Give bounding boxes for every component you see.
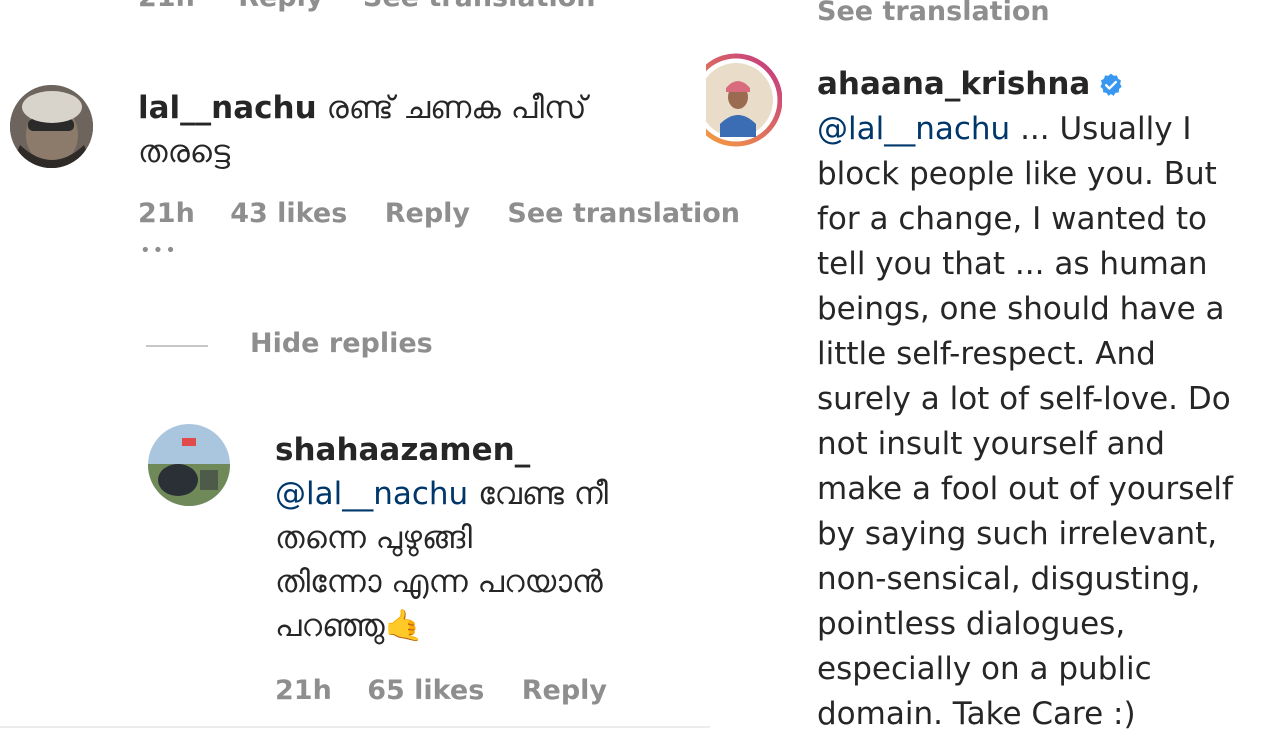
reply-link[interactable]: Reply: [522, 675, 607, 706]
reply-meta-row: 21h 65 likes Reply: [275, 675, 607, 706]
comment-time: 21h: [138, 198, 195, 229]
reply-text: non-sensical, disgusting,: [817, 561, 1201, 597]
reply-text: beings, one should have a: [817, 291, 1225, 327]
reply-text: തന്നെ പുഴുങ്ങി: [275, 520, 473, 556]
avatar[interactable]: [10, 85, 93, 168]
avatar-photo: [148, 424, 230, 506]
see-translation-link[interactable]: See translation: [817, 0, 1050, 27]
reply-text: not insult yourself and: [817, 426, 1165, 462]
comment-meta-row: 21h 43 likes Reply See translation: [138, 198, 740, 229]
more-options-icon[interactable]: •••: [140, 240, 178, 261]
comment-text: തരട്ടെ: [138, 134, 231, 170]
reply-text: for a change, I wanted to: [817, 201, 1207, 237]
callme-emoji: 🤙: [384, 608, 424, 644]
mention-link[interactable]: @lal__nachu: [817, 111, 1010, 147]
avatar-photo: [10, 85, 93, 168]
avatar[interactable]: [148, 424, 230, 506]
likes-count[interactable]: 43 likes: [230, 198, 347, 229]
reply-time: 21h: [275, 675, 332, 706]
reply-text: തിന്നോ എന്ന പറയാൻ: [275, 564, 603, 600]
divider-line: [146, 345, 208, 347]
reply-text: by saying such irrelevant,: [817, 516, 1218, 552]
hide-replies-button[interactable]: Hide replies: [250, 328, 433, 359]
see-translation-link[interactable]: See translation: [363, 0, 596, 13]
top-meta-row: 21h Reply See translation: [138, 0, 596, 13]
reply-text: പറഞ്ഞു: [275, 608, 385, 644]
avatar[interactable]: [706, 52, 782, 148]
reply-text: tell you that ... as human: [817, 246, 1208, 282]
comment-text: രണ്ട് ചണക പീസ്: [326, 90, 587, 126]
reply-text: especially on a public: [817, 651, 1152, 687]
mention-link[interactable]: @lal__nachu: [275, 476, 468, 512]
comment-time: 21h: [138, 0, 195, 13]
reply-username[interactable]: ahaana_krishna: [817, 62, 1090, 107]
likes-count[interactable]: 65 likes: [367, 675, 484, 706]
story-ring-avatar: [706, 53, 782, 147]
reply-username[interactable]: shahaazamen_: [275, 428, 715, 472]
reply-text: little self-respect. And: [817, 336, 1156, 372]
reply-text: block people like you. But: [817, 156, 1217, 192]
reply-link[interactable]: Reply: [385, 198, 470, 229]
reply-text: make a fool out of yourself: [817, 471, 1233, 507]
reply-text: pointless dialogues,: [817, 606, 1126, 642]
reply-body: ahaana_krishna @lal__nachu ... Usually I…: [817, 62, 1277, 737]
see-translation-link[interactable]: See translation: [507, 198, 740, 229]
reply-link[interactable]: Reply: [238, 0, 323, 13]
reply-text: ... Usually I: [1010, 111, 1192, 147]
reply-text: surely a lot of self-love. Do: [817, 381, 1231, 417]
reply-text: domain. Take Care :): [817, 696, 1136, 732]
reply-body: shahaazamen_ @lal__nachu വേണ്ട നീ തന്നെ …: [275, 428, 715, 648]
section-divider: [0, 726, 710, 728]
reply-text: വേണ്ട നീ: [468, 476, 608, 512]
comment-username[interactable]: lal__nachu: [138, 90, 317, 126]
verified-badge-icon: [1100, 73, 1122, 96]
comment-body: lal__nachu രണ്ട് ചണക പീസ് തരട്ടെ: [138, 86, 698, 174]
